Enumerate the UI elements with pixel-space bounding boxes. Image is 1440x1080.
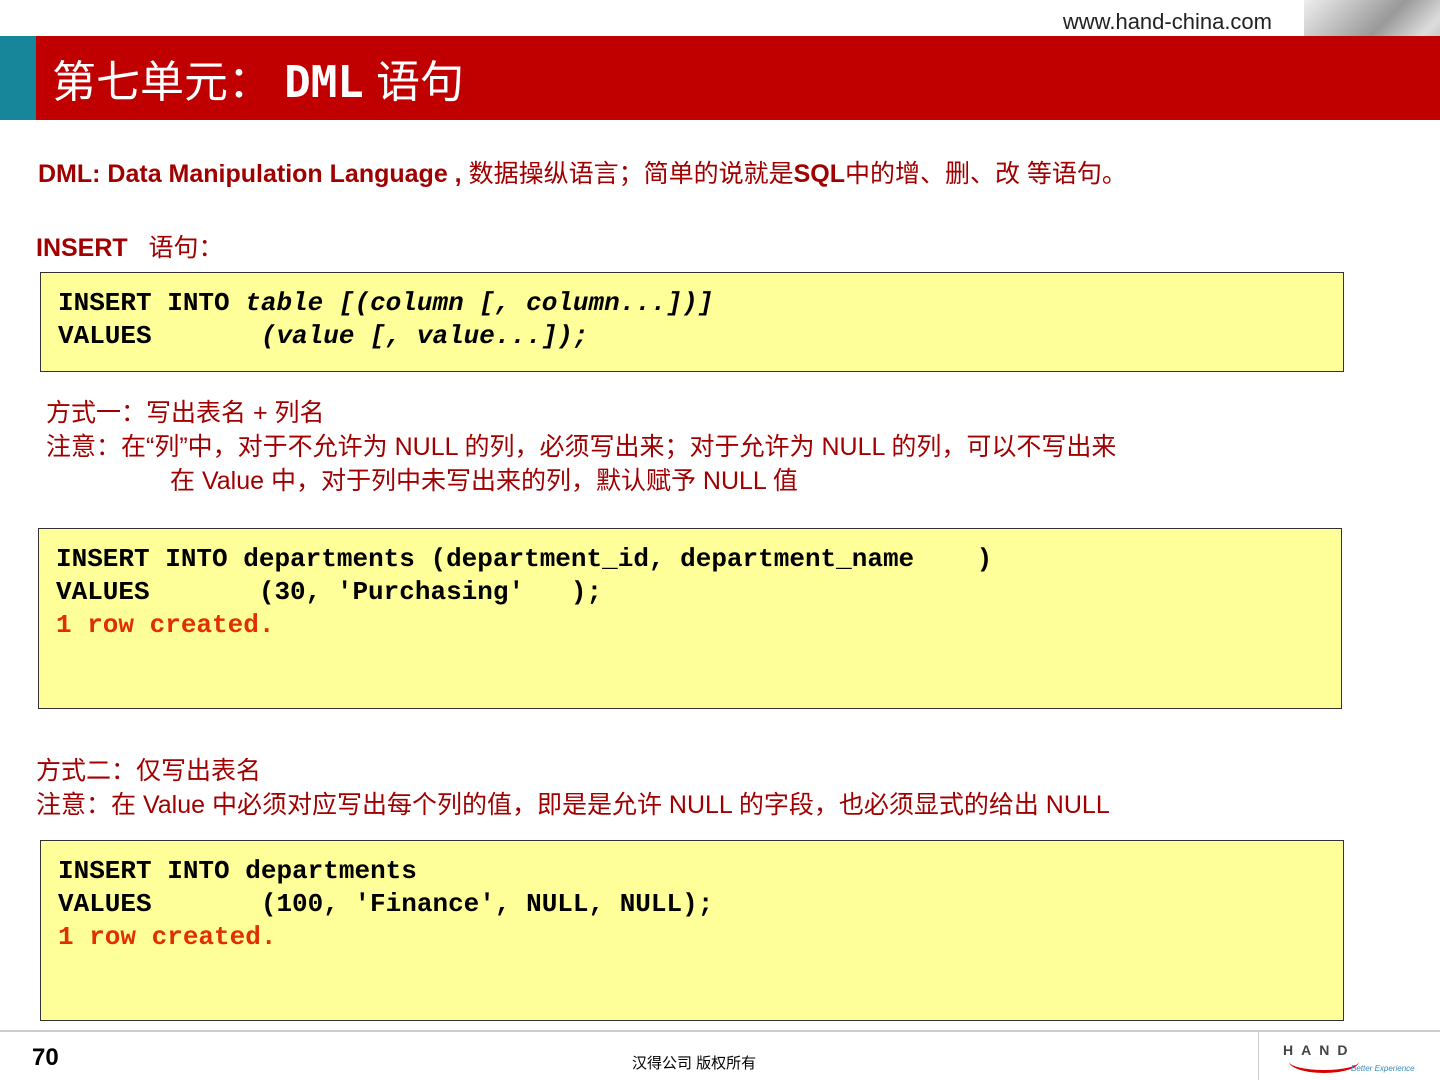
accent-block (0, 36, 36, 120)
insert-heading: INSERT 语句： (36, 234, 224, 262)
way1-title: 方式一：写出表名 + 列名 (46, 399, 325, 427)
website-url: www.hand-china.com (1062, 9, 1272, 34)
page-number: 70 (32, 1044, 59, 1071)
syntax-code-box: INSERT INTO table [(column [, column...]… (40, 272, 1344, 372)
example2-code-box: INSERT INTO departments VALUES (100, 'Fi… (40, 840, 1344, 1021)
title-cn: 第七单元： (52, 58, 272, 107)
result-text: 1 row created. (58, 922, 277, 952)
intro-text: DML: Data Manipulation Language , 数据操纵语言… (38, 160, 1127, 188)
way1-note2: 在 Value 中，对于列中未写出来的列，默认赋予 NULL 值 (170, 467, 798, 495)
example1-code-box: INSERT INTO departments (department_id, … (38, 528, 1342, 709)
title-en: DML (284, 57, 364, 108)
copyright: 汉得公司 版权所有 (632, 1055, 757, 1072)
way2-title: 方式二：仅写出表名 (36, 757, 262, 785)
logo-swoosh (1289, 1050, 1359, 1073)
way1-note: 注意：在“列”中，对于不允许为 NULL 的列，必须写出来；对于允许为 NULL… (46, 433, 1117, 461)
title-cn2: 语句 (375, 58, 464, 107)
page-title: 第七单元： DML 语句 (52, 46, 464, 110)
hand-logo: HAND Better Experience (1258, 1032, 1440, 1080)
result-text: 1 row created. (56, 610, 275, 640)
footer-divider (0, 1030, 1440, 1032)
way2-note: 注意：在 Value 中必须对应写出每个列的值，即是是允许 NULL 的字段，也… (36, 791, 1110, 819)
